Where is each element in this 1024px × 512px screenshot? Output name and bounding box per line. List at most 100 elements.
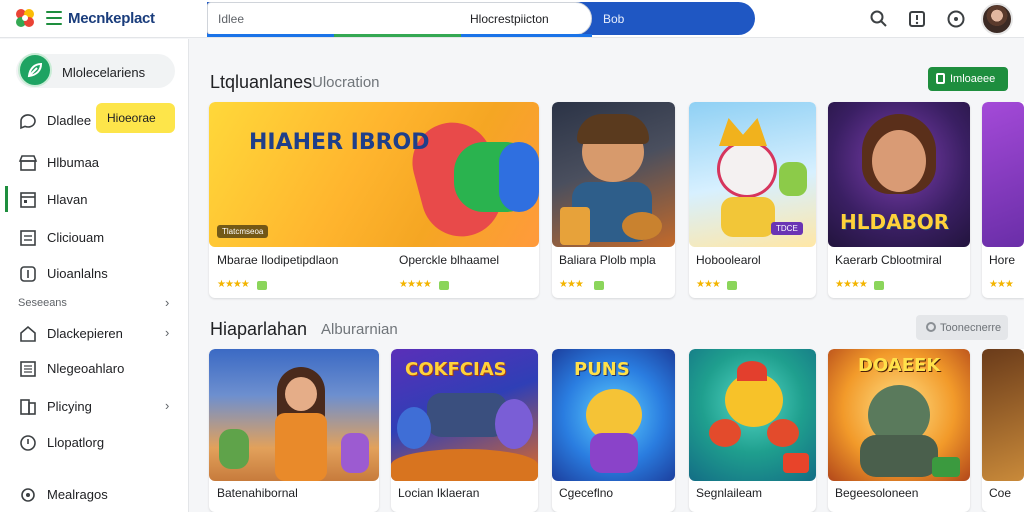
sidebar: Mlolecelariens Dladlee Hioeorae Hlbumaa … [0, 39, 189, 512]
sidebar-item-label: Plicying [47, 399, 92, 414]
circle-icon [21, 488, 35, 502]
star-rating: ★★★ [559, 279, 584, 290]
game-card[interactable]: PUNS Cgeceflno [552, 349, 675, 512]
card-title: Begeesoloneen [835, 486, 919, 500]
star-rating: ★★★★ [217, 279, 250, 290]
card-title: Batenahibornal [217, 486, 298, 500]
menu-icon[interactable] [46, 11, 62, 25]
top-bar: Mecnkeplact Idlee Hlocrestpiicton Bob [0, 0, 1024, 38]
section-action-label: Imloaeee [950, 73, 996, 85]
game-thumbnail [982, 349, 1024, 481]
section-action-button[interactable]: Imloaeee [928, 67, 1008, 91]
sidebar-item-2[interactable]: Hlbumaa [0, 147, 189, 177]
badge-icon [874, 281, 884, 290]
game-thumbnail: COKFCIAS [391, 349, 538, 481]
sidebar-item-6[interactable]: Dlackepieren › [0, 318, 189, 348]
game-thumbnail: HIAHER IBROD Tlatcmseoa [209, 102, 539, 247]
game-card[interactable]: Baliara Plolb mpla ★★★ [552, 102, 675, 298]
game-card[interactable]: HLDABOR Kaerarb Cblootmiral ★★★★ [828, 102, 970, 298]
card-title: Cgeceflno [559, 486, 614, 500]
sidebar-item-label: Hlbumaa [47, 155, 100, 170]
badge-icon [727, 281, 737, 290]
bookmark-icon [20, 399, 36, 415]
home-icon [20, 325, 36, 342]
game-thumbnail: HLDABOR [828, 102, 970, 247]
refresh-icon [926, 322, 936, 332]
card-title: Hoboolearol [696, 253, 761, 267]
card-title: Baliara Plolb mpla [559, 253, 656, 267]
brand-title: Mecnkeplact [68, 10, 155, 27]
game-card[interactable]: DOAEEK Begeesoloneen [828, 349, 970, 512]
chip-badge[interactable]: Hioeorae [96, 103, 175, 133]
chevron-right-icon: › [165, 398, 170, 413]
square-icon [20, 266, 36, 282]
badge-icon [257, 281, 267, 290]
window-icon [20, 192, 36, 208]
search-category[interactable]: Hlocrestpiicton [470, 12, 549, 26]
sidebar-item-9[interactable]: Llopatlorg [0, 427, 189, 457]
search-bar: Idlee Hlocrestpiicton Bob [207, 2, 755, 35]
section-subtitle: Ulocration [312, 74, 380, 91]
card-title: Operckle blhaamel [399, 253, 500, 267]
game-thumbnail [209, 349, 379, 481]
sidebar-item-label: Llopatlorg [47, 435, 105, 450]
sidebar-item-label: Mealragos [47, 487, 108, 502]
section-action-button[interactable]: Toonecnerre [916, 315, 1008, 340]
card-title: Coe [989, 486, 1012, 500]
sidebar-item-5[interactable]: Uioanlalns [0, 258, 189, 288]
sidebar-item-label: Uioanlalns [47, 266, 108, 281]
chevron-right-icon: › [165, 325, 170, 340]
sidebar-item-4[interactable]: Cliciouam [0, 222, 189, 252]
store-icon [18, 155, 38, 171]
chevron-right-icon[interactable]: › [165, 295, 169, 310]
search-underline [207, 34, 592, 37]
search-icon[interactable] [869, 9, 889, 29]
thumbnail-tag: Tlatcmseoa [217, 225, 269, 238]
profile-label: Mlolecelariens [62, 65, 146, 80]
card-title: Locian Iklaeran [398, 486, 480, 500]
search-placeholder: Idlee [218, 12, 245, 26]
chip-label: Hioeorae [107, 111, 156, 125]
star-rating: ★★★ [696, 279, 721, 290]
sidebar-item-3[interactable]: Hlavan [0, 184, 189, 214]
game-thumbnail: DOAEEK [828, 349, 970, 481]
game-thumbnail: PUNS [552, 349, 675, 481]
app-logo-icon[interactable] [14, 7, 36, 29]
sidebar-item-7[interactable]: Nlegeoahlaro [0, 353, 189, 383]
game-thumbnail [552, 102, 675, 247]
game-card[interactable]: Hore ★★★ [982, 102, 1024, 298]
copy-icon [936, 73, 945, 84]
game-card[interactable]: COKFCIAS Locian Iklaeran [391, 349, 538, 512]
card-title: Kaerarb Cblootmiral [835, 253, 942, 267]
sidebar-item-label: Nlegeoahlaro [47, 361, 125, 376]
thumbnail-title: HLDABOR [840, 210, 950, 234]
search-button[interactable]: Bob [603, 12, 624, 26]
badge-icon [594, 281, 604, 290]
search-input[interactable]: Idlee Hlocrestpiicton [207, 2, 592, 35]
thumbnail-title: HIAHER IBROD [249, 130, 430, 155]
game-card[interactable]: Segnlaileam [689, 349, 816, 512]
game-thumbnail: TDCE [689, 102, 816, 247]
game-card[interactable]: Batenahibornal [209, 349, 379, 512]
section-action-label: Toonecnerre [940, 322, 1002, 334]
sidebar-item-label: Hlavan [47, 192, 88, 207]
sidebar-item-10[interactable]: Mealragos [0, 479, 189, 509]
card-title: Mbarae Ilodipetipdlaon [217, 253, 339, 267]
sidebar-item-label: Dladlee [47, 113, 92, 128]
thumbnail-title: COKFCIAS [405, 359, 507, 380]
thumbnail-tag: TDCE [771, 222, 803, 235]
star-rating: ★★★ [989, 279, 1014, 290]
document-icon [20, 361, 36, 377]
help-icon[interactable] [946, 9, 966, 29]
section-title: Hiaparlahan [210, 319, 308, 339]
game-card[interactable]: Coe [982, 349, 1024, 512]
game-card[interactable]: HIAHER IBROD Tlatcmseoa Mbarae Ilodipeti… [209, 102, 539, 298]
avatar[interactable] [981, 3, 1013, 35]
game-card[interactable]: TDCE Hoboolearol ★★★ [689, 102, 816, 298]
sidebar-item-label: Dlackepieren [47, 326, 123, 341]
game-thumbnail [689, 349, 816, 481]
badge-icon [439, 281, 449, 290]
game-thumbnail [982, 102, 1024, 247]
notification-icon[interactable] [907, 9, 927, 29]
sidebar-item-8[interactable]: Plicying › [0, 391, 189, 421]
